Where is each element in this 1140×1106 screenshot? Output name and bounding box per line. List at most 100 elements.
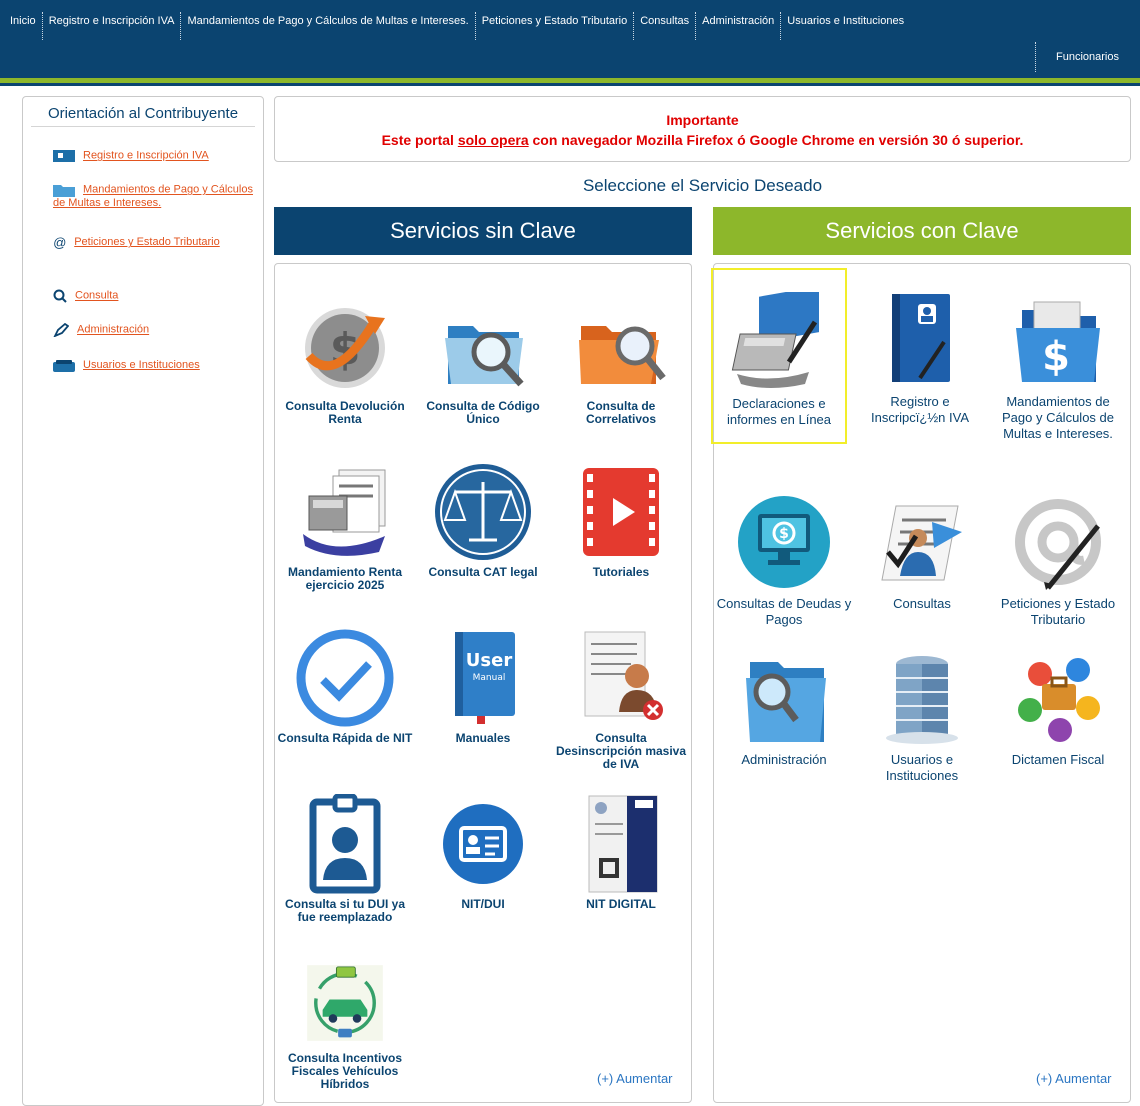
blue-book-user-icon (892, 294, 950, 382)
tile-label: Consulta Rápida de NIT (277, 731, 413, 745)
tile-label: Usuarios e Instituciones (885, 752, 959, 783)
checklist-user-icon (881, 505, 962, 581)
sidebar-title: Orientación al Contribuyente (31, 105, 255, 127)
search-icon (53, 289, 67, 303)
video-play-icon (583, 468, 659, 556)
tile-label: Registro e Inscripcï¿½n IVA (870, 394, 969, 425)
servicios-con-clave-header: Servicios con Clave (713, 207, 1131, 255)
monitor-money-icon: $ (738, 496, 830, 588)
important-text-underline: solo opera (457, 132, 529, 148)
checkmark-circle-icon (296, 629, 394, 727)
calculator-pen-icon (731, 292, 819, 388)
panel-sin-clave: $ Consulta Devolución Renta Consulta de … (274, 263, 692, 1103)
at-icon: @ (53, 235, 67, 250)
tile-label: Consultas (893, 596, 951, 611)
tile-usuarios-instituciones[interactable]: Usuarios e Instituciones (854, 648, 990, 784)
nav-item-registro[interactable]: Registro e Inscripción IVA (43, 12, 182, 40)
sidebar-item-label: Administración (77, 323, 150, 336)
tile-consultas-deudas-pagos[interactable]: $ Consultas de Deudas y Pagos (716, 492, 852, 628)
tile-consulta-devolucion-renta[interactable]: $ Consulta Devolución Renta (277, 296, 413, 426)
aumentar-link-sin-clave[interactable]: (+) Aumentar (597, 1071, 673, 1086)
document-user-remove-icon (584, 631, 663, 720)
tile-label: Declaraciones e informes en Línea (726, 396, 832, 427)
sidebar-item-label: Mandamientos de Pago y Cálculos de Multa… (53, 183, 253, 210)
important-text-pre: Este portal (381, 132, 458, 148)
tile-mandamientos-pago[interactable]: $ Mandamientos de Pago y Cálculos de Mul… (990, 290, 1126, 442)
folder-money-icon: $ (1016, 301, 1100, 382)
tile-label: Dictamen Fiscal (1011, 752, 1105, 767)
sidebar-item-administracion[interactable]: Administración (53, 323, 258, 337)
tile-label: Consulta CAT legal (428, 565, 538, 579)
hybrid-car-icon (307, 965, 383, 1041)
tile-manuales[interactable]: User Manual Manuales (415, 628, 551, 745)
folder-icon (53, 185, 75, 197)
orange-folder-search-icon (579, 326, 666, 384)
nav-row: Inicio Registro e Inscripción IVA Mandam… (0, 12, 910, 40)
tile-consulta-desinscripcion-iva[interactable]: Consulta Desinscripción masiva de IVA (553, 628, 689, 771)
important-notice: Importante Este portal solo opera con na… (274, 96, 1131, 162)
tile-label: Mandamiento Renta ejercicio 2025 (287, 565, 402, 592)
nav-item-usuarios[interactable]: Usuarios e Instituciones (781, 12, 910, 40)
tile-administracion[interactable]: Administración (716, 648, 852, 768)
sidebar-item-peticiones[interactable]: @ Peticiones y Estado Tributario (53, 236, 258, 249)
tile-consulta-codigo-unico[interactable]: Consulta de Código Único (415, 296, 551, 426)
tile-label: Administración (741, 752, 827, 767)
tile-mandamiento-renta[interactable]: Mandamiento Renta ejercicio 2025 (277, 462, 413, 592)
svg-text:$: $ (1042, 334, 1070, 380)
nav-item-administracion[interactable]: Administración (696, 12, 782, 40)
registro-icon (53, 150, 75, 162)
svg-text:User: User (466, 650, 513, 671)
important-text-post: con navegador Mozilla Firefox ó Google C… (528, 132, 1024, 148)
tile-tutoriales[interactable]: Tutoriales (553, 462, 689, 579)
tile-registro-inscripcion-iva[interactable]: Registro e Inscripcï¿½n IVA (852, 290, 988, 426)
tile-label: Consulta Desinscripción masiva de IVA (555, 731, 687, 771)
id-card-circle-icon (443, 804, 523, 884)
tile-label: Consulta si tu DUI ya fue reemplazado (284, 897, 406, 924)
tile-consulta-dui-reemplazado[interactable]: Consulta si tu DUI ya fue reemplazado (277, 794, 413, 924)
sidebar-item-label: Consulta (75, 289, 119, 302)
nav-item-funcionarios[interactable]: Funcionarios (1035, 42, 1127, 72)
sidebar-item-consulta[interactable]: Consulta (53, 289, 258, 303)
at-pen-icon (1015, 499, 1101, 590)
tile-declaraciones-en-linea[interactable]: Declaraciones e informes en Línea (711, 268, 847, 444)
sidebar-orientacion: Orientación al Contribuyente Registro e … (22, 96, 264, 1106)
blue-accent-bar (0, 83, 1140, 86)
tile-label: Consulta de Correlativos (585, 399, 657, 426)
tile-peticiones-estado-tributario[interactable]: Peticiones y Estado Tributario (990, 492, 1126, 628)
tile-consulta-correlativos[interactable]: Consulta de Correlativos (553, 296, 689, 426)
nav-item-mandamientos[interactable]: Mandamientos de Pago y Cálculos de Multa… (181, 12, 476, 40)
tile-label: NIT DIGITAL (586, 897, 656, 911)
tile-consultas[interactable]: Consultas (854, 492, 990, 612)
svg-text:Manual: Manual (473, 673, 506, 683)
sidebar-item-usuarios[interactable]: Usuarios e Instituciones (53, 359, 258, 372)
top-navigation: Inicio Registro e Inscripción IVA Mandam… (0, 0, 1140, 78)
scales-icon (435, 464, 531, 560)
tile-consulta-rapida-nit[interactable]: Consulta Rápida de NIT (277, 628, 413, 745)
panel-con-clave: Declaraciones e informes en Línea Regist… (711, 263, 1131, 1103)
user-manual-icon: User Manual (455, 632, 515, 724)
tile-label: Consulta de Código Único (426, 399, 540, 426)
nav-item-peticiones[interactable]: Peticiones y Estado Tributario (476, 12, 635, 40)
select-service-title: Seleccione el Servicio Deseado (582, 176, 823, 195)
tile-label: Manuales (455, 731, 511, 745)
id-badge-icon (309, 794, 381, 894)
aumentar-link-con-clave[interactable]: (+) Aumentar (1036, 1071, 1112, 1086)
tile-label: Mandamientos de Pago y Cálculos de Multa… (1001, 394, 1114, 441)
briefcase-docs-icon (1018, 658, 1100, 742)
nav-item-inicio[interactable]: Inicio (0, 12, 43, 40)
tile-label: Consulta Devolución Renta (285, 399, 405, 426)
calculator-docs-icon (303, 469, 386, 556)
folder-magnifier-icon (746, 662, 826, 742)
tile-dictamen-fiscal[interactable]: Dictamen Fiscal (990, 648, 1126, 768)
sidebar-item-registro[interactable]: Registro e Inscripción IVA (53, 149, 258, 163)
tile-incentivos-vehiculos-hibridos[interactable]: Consulta Incentivos Fiscales Vehículos H… (277, 960, 413, 1091)
servicios-sin-clave-header: Servicios sin Clave (274, 207, 692, 255)
sidebar-item-mandamientos[interactable]: Mandamientos de Pago y Cálculos de Multa… (53, 183, 258, 210)
tile-nit-digital[interactable]: NIT DIGITAL (553, 794, 689, 911)
tile-nit-dui[interactable]: NIT/DUI (415, 794, 551, 911)
building-icon (53, 359, 75, 372)
tile-label: Consultas de Deudas y Pagos (716, 596, 852, 627)
nav-item-consultas[interactable]: Consultas (634, 12, 697, 40)
sidebar-item-label: Registro e Inscripción IVA (83, 149, 209, 162)
tile-consulta-cat-legal[interactable]: Consulta CAT legal (415, 462, 551, 579)
